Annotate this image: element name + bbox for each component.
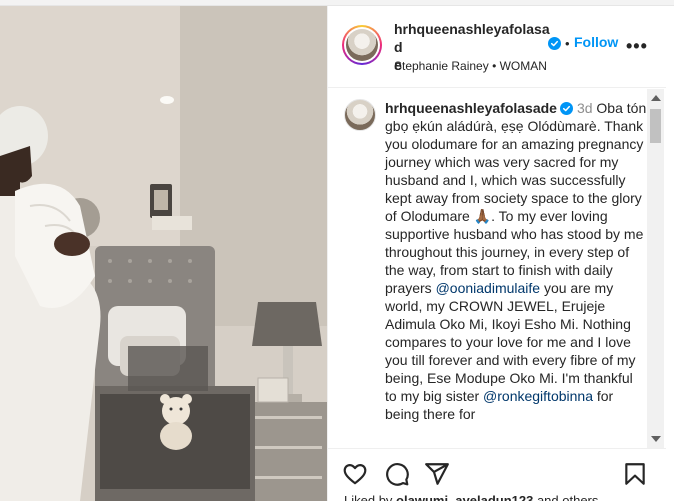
- author-avatar[interactable]: [342, 25, 382, 65]
- caption-text-1: Oba tón gbọ ẹkún aládúrà, ẹṣẹ Olódùmarè.…: [385, 100, 647, 224]
- scroll-up-arrow-icon[interactable]: [651, 95, 661, 101]
- liked-by-suffix[interactable]: and others: [533, 493, 598, 501]
- mention-link-1[interactable]: @ooniadimulaife: [436, 280, 541, 296]
- caption-author-avatar[interactable]: [344, 99, 376, 131]
- photo-scene: [0, 6, 327, 501]
- scroll-down-arrow-icon[interactable]: [651, 436, 661, 442]
- share-icon[interactable]: [424, 461, 450, 487]
- avatar-image: [346, 29, 378, 61]
- liked-by-text: Liked by olawumi_ayeladun123 and others: [344, 493, 664, 501]
- action-bar: [328, 448, 666, 492]
- heart-icon[interactable]: [342, 461, 368, 487]
- mention-link-2[interactable]: @ronkegiftobinna: [483, 388, 593, 404]
- caption-username[interactable]: hrhqueenashleyafolasade: [385, 100, 557, 116]
- caption-verified-badge-icon: [559, 102, 573, 115]
- liked-by-user[interactable]: olawumi_ayeladun123: [396, 493, 533, 501]
- scrollbar-thumb[interactable]: [650, 109, 661, 143]
- praying-hands-emoji: 🙏🏾: [473, 208, 492, 224]
- post-header: hrhqueenashleyafolasad e • Follow ••• St…: [328, 6, 666, 88]
- comments-scrollbar[interactable]: [647, 89, 664, 448]
- bookmark-icon[interactable]: [622, 461, 648, 487]
- post-side-panel: hrhqueenashleyafolasad e • Follow ••• St…: [327, 6, 666, 501]
- comments-area: hrhqueenashleyafolasade 3d Oba tón gbọ ẹk…: [328, 89, 666, 447]
- audio-attribution[interactable]: Stephanie Rainey • WOMAN: [394, 59, 547, 73]
- post-photo[interactable]: [0, 6, 327, 501]
- post-dialog: hrhqueenashleyafolasad e • Follow ••• St…: [0, 6, 666, 501]
- avatar-inner-border: [344, 27, 380, 63]
- comment-icon[interactable]: [384, 461, 410, 487]
- header-separator: •: [565, 36, 570, 51]
- follow-button[interactable]: Follow: [574, 34, 618, 50]
- username-part-1: hrhqueenashleyafolasad: [394, 21, 550, 55]
- verified-badge-icon: [548, 37, 561, 50]
- more-options-icon[interactable]: •••: [626, 36, 648, 57]
- post-caption: hrhqueenashleyafolasade 3d Oba tón gbọ ẹk…: [385, 99, 647, 423]
- caption-timestamp[interactable]: 3d: [577, 100, 593, 116]
- caption-text-3: you are my world, my CROWN JEWEL, Erujej…: [385, 280, 636, 404]
- liked-by-prefix: Liked by: [344, 493, 397, 501]
